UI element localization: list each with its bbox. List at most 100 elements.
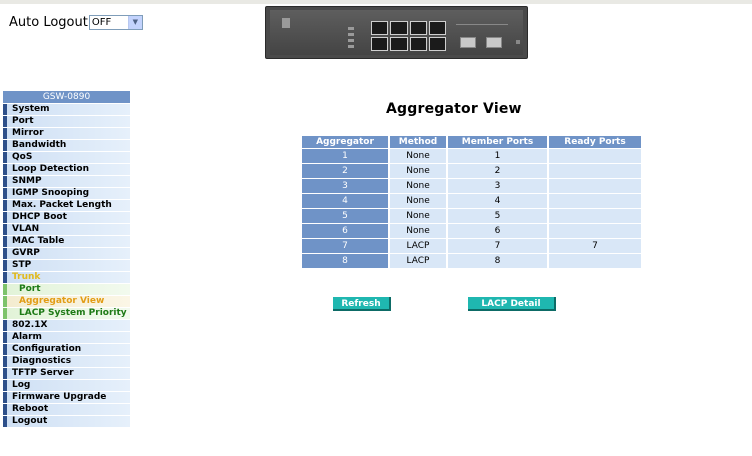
method-cell: None <box>390 179 446 193</box>
sidebar-item-snmp[interactable]: SNMP <box>3 176 130 187</box>
table-row: 6 None 6 <box>302 224 641 238</box>
method-cell: None <box>390 209 446 223</box>
aggregator-cell: 6 <box>302 224 388 238</box>
sidebar-item-alarm[interactable]: Alarm <box>3 332 130 343</box>
ethernet-ports <box>371 21 446 51</box>
device-front-panel <box>270 10 523 55</box>
sidebar-item-configuration[interactable]: Configuration <box>3 344 130 355</box>
refresh-button[interactable]: Refresh <box>333 297 391 311</box>
sidebar-item-logout[interactable]: Logout <box>3 416 130 427</box>
top-strip <box>0 0 752 4</box>
ready-ports-cell <box>549 164 641 178</box>
sidebar-item-stp[interactable]: STP <box>3 260 130 271</box>
member-ports-cell: 8 <box>448 254 547 268</box>
ethernet-port-icon <box>428 21 446 35</box>
sidebar-item-igmp-snooping[interactable]: IGMP Snooping <box>3 188 130 199</box>
sfp-frame <box>456 24 508 27</box>
table-header-row: Aggregator Method Member Ports Ready Por… <box>302 136 641 148</box>
page-title: Aggregator View <box>386 101 522 117</box>
sidebar-item-port[interactable]: Port <box>3 116 130 127</box>
sidebar-item-vlan[interactable]: VLAN <box>3 224 130 235</box>
power-led-icon <box>516 40 520 44</box>
ethernet-port-icon <box>390 37 408 51</box>
sidebar-item-loop-detection[interactable]: Loop Detection <box>3 164 130 175</box>
auto-logout-value: OFF <box>91 16 112 28</box>
ready-ports-cell <box>549 149 641 163</box>
auto-logout: Auto Logout OFF ▼ <box>9 13 143 31</box>
ethernet-port-icon <box>390 21 408 35</box>
auto-logout-select[interactable]: OFF ▼ <box>88 14 143 30</box>
ethernet-port-icon <box>428 37 446 51</box>
sidebar-item-tftp-server[interactable]: TFTP Server <box>3 368 130 379</box>
sidebar-item-system[interactable]: System <box>3 104 130 115</box>
sidebar-item-gvrp[interactable]: GVRP <box>3 248 130 259</box>
aggregator-cell: 2 <box>302 164 388 178</box>
auto-logout-label: Auto Logout <box>9 14 88 30</box>
ready-ports-cell: 7 <box>549 239 641 253</box>
sidebar-item-dhcp-boot[interactable]: DHCP Boot <box>3 212 130 223</box>
sidebar-item-max-packet-length[interactable]: Max. Packet Length <box>3 200 130 211</box>
aggregator-cell: 7 <box>302 239 388 253</box>
ethernet-port-icon <box>371 37 389 51</box>
column-header-method: Method <box>390 136 446 148</box>
switch-device-image <box>265 6 528 59</box>
aggregator-cell: 1 <box>302 149 388 163</box>
ethernet-port-icon <box>371 21 389 35</box>
sidebar-item-802-1x[interactable]: 802.1X <box>3 320 130 331</box>
sidebar-item-firmware-upgrade[interactable]: Firmware Upgrade <box>3 392 130 403</box>
table-row: 1 None 1 <box>302 149 641 163</box>
member-ports-cell: 5 <box>448 209 547 223</box>
method-cell: LACP <box>390 254 446 268</box>
method-cell: LACP <box>390 239 446 253</box>
sfp-port-icon <box>460 37 476 48</box>
method-cell: None <box>390 149 446 163</box>
method-cell: None <box>390 224 446 238</box>
table-row: 2 None 2 <box>302 164 641 178</box>
member-ports-cell: 4 <box>448 194 547 208</box>
sidebar-item-qos[interactable]: QoS <box>3 152 130 163</box>
sidebar-item-port[interactable]: Port <box>3 284 130 295</box>
ready-ports-cell <box>549 224 641 238</box>
aggregator-cell: 5 <box>302 209 388 223</box>
sidebar-item-trunk[interactable]: Trunk <box>3 272 130 283</box>
ethernet-port-icon <box>409 21 427 35</box>
aggregator-cell: 4 <box>302 194 388 208</box>
method-cell: None <box>390 164 446 178</box>
aggregator-table: Aggregator Method Member Ports Ready Por… <box>300 135 643 269</box>
table-row: 3 None 3 <box>302 179 641 193</box>
sfp-port-icon <box>486 37 502 48</box>
sidebar-item-diagnostics[interactable]: Diagnostics <box>3 356 130 367</box>
sidebar-model-header: GSW-0890 <box>3 91 130 103</box>
table-row: 5 None 5 <box>302 209 641 223</box>
sidebar-item-bandwidth[interactable]: Bandwidth <box>3 140 130 151</box>
lacp-detail-button[interactable]: LACP Detail <box>468 297 556 311</box>
sidebar-item-aggregator-view[interactable]: Aggregator View <box>3 296 130 307</box>
brand-logo-icon <box>282 18 290 28</box>
column-header-ready-ports: Ready Ports <box>549 136 641 148</box>
column-header-member-ports: Member Ports <box>448 136 547 148</box>
method-cell: None <box>390 194 446 208</box>
sidebar-item-mirror[interactable]: Mirror <box>3 128 130 139</box>
ready-ports-cell <box>549 209 641 223</box>
member-ports-cell: 7 <box>448 239 547 253</box>
member-ports-cell: 1 <box>448 149 547 163</box>
ready-ports-cell <box>549 254 641 268</box>
table-row: 7 LACP 7 7 <box>302 239 641 253</box>
table-row: 8 LACP 8 <box>302 254 641 268</box>
member-ports-cell: 3 <box>448 179 547 193</box>
member-ports-cell: 6 <box>448 224 547 238</box>
ready-ports-cell <box>549 179 641 193</box>
member-ports-cell: 2 <box>448 164 547 178</box>
ready-ports-cell <box>549 194 641 208</box>
sidebar-item-log[interactable]: Log <box>3 380 130 391</box>
column-header-aggregator: Aggregator <box>302 136 388 148</box>
sidebar-menu: GSW-0890 System Port Mirror Bandwidth QoS Loo… <box>3 91 130 428</box>
aggregator-cell: 8 <box>302 254 388 268</box>
sidebar-item-lacp-system-priority[interactable]: LACP System Priority <box>3 308 130 319</box>
device-leds <box>348 27 354 51</box>
aggregator-cell: 3 <box>302 179 388 193</box>
ethernet-port-icon <box>409 37 427 51</box>
sidebar-item-mac-table[interactable]: MAC Table <box>3 236 130 247</box>
sidebar-item-reboot[interactable]: Reboot <box>3 404 130 415</box>
chevron-down-icon[interactable]: ▼ <box>127 15 142 29</box>
